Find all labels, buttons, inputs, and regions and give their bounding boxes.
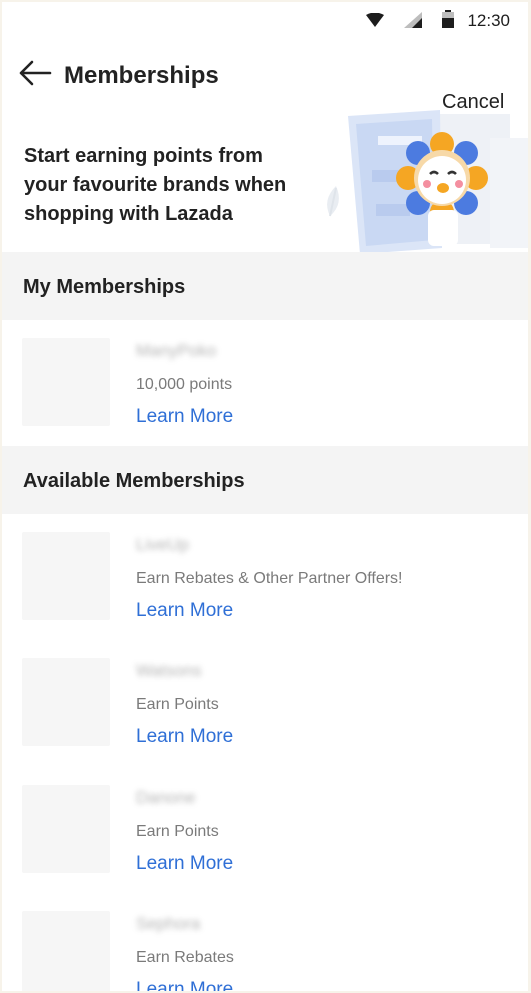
- brand-name: Sephora: [136, 914, 201, 933]
- brand-logo: [22, 911, 110, 991]
- brand-logo: [22, 658, 110, 746]
- brand-logo: [22, 785, 110, 873]
- promo-line: shopping with Lazada: [24, 203, 233, 225]
- promo-line: Start earning points from: [24, 145, 263, 167]
- page-title: Memberships: [64, 62, 219, 89]
- learn-more-link[interactable]: Learn More: [136, 853, 233, 875]
- available-memberships-header: Available Memberships: [2, 446, 528, 514]
- wifi-icon: [366, 13, 384, 27]
- brand-logo: [22, 532, 110, 620]
- status-time: 12:30: [467, 11, 510, 30]
- membership-description: Earn Points: [136, 823, 219, 840]
- learn-more-link[interactable]: Learn More: [136, 979, 233, 991]
- battery-icon: [442, 10, 454, 28]
- brand-name: Watsons: [136, 661, 202, 680]
- brand-name: Danone: [136, 788, 196, 807]
- membership-points: 10,000 points: [136, 376, 233, 393]
- section-title: My Memberships: [23, 276, 186, 298]
- my-memberships-header: My Memberships: [2, 252, 528, 320]
- brand-logo: [22, 338, 110, 426]
- learn-more-link[interactable]: Learn More: [136, 726, 233, 748]
- brand-name: ManyPoko: [136, 341, 217, 360]
- membership-item: ManyPoko 10,000 points Learn More: [2, 338, 528, 448]
- brand-name: LiveUp: [136, 535, 189, 554]
- lion-mascot-illustration: [327, 110, 528, 254]
- app-screen: 12:30 Memberships Cancel Start earning p…: [2, 2, 528, 991]
- membership-item: Danone Earn Points Learn More: [2, 785, 528, 895]
- status-bar: 12:30: [2, 2, 528, 38]
- signal-icon: [404, 12, 422, 28]
- membership-item: LiveUp Earn Rebates & Other Partner Offe…: [2, 532, 528, 642]
- membership-description: Earn Rebates & Other Partner Offers!: [136, 570, 403, 587]
- promo-line: your favourite brands when: [24, 174, 287, 196]
- membership-description: Earn Points: [136, 696, 219, 713]
- promo-text: Start earning points from your favourite…: [24, 142, 324, 229]
- membership-item: Sephora Earn Rebates Learn More: [2, 911, 528, 991]
- learn-more-link[interactable]: Learn More: [136, 406, 233, 428]
- learn-more-link[interactable]: Learn More: [136, 600, 233, 622]
- section-title: Available Memberships: [23, 470, 245, 492]
- membership-description: Earn Rebates: [136, 949, 234, 966]
- membership-item: Watsons Earn Points Learn More: [2, 658, 528, 768]
- back-arrow-icon[interactable]: [18, 58, 52, 88]
